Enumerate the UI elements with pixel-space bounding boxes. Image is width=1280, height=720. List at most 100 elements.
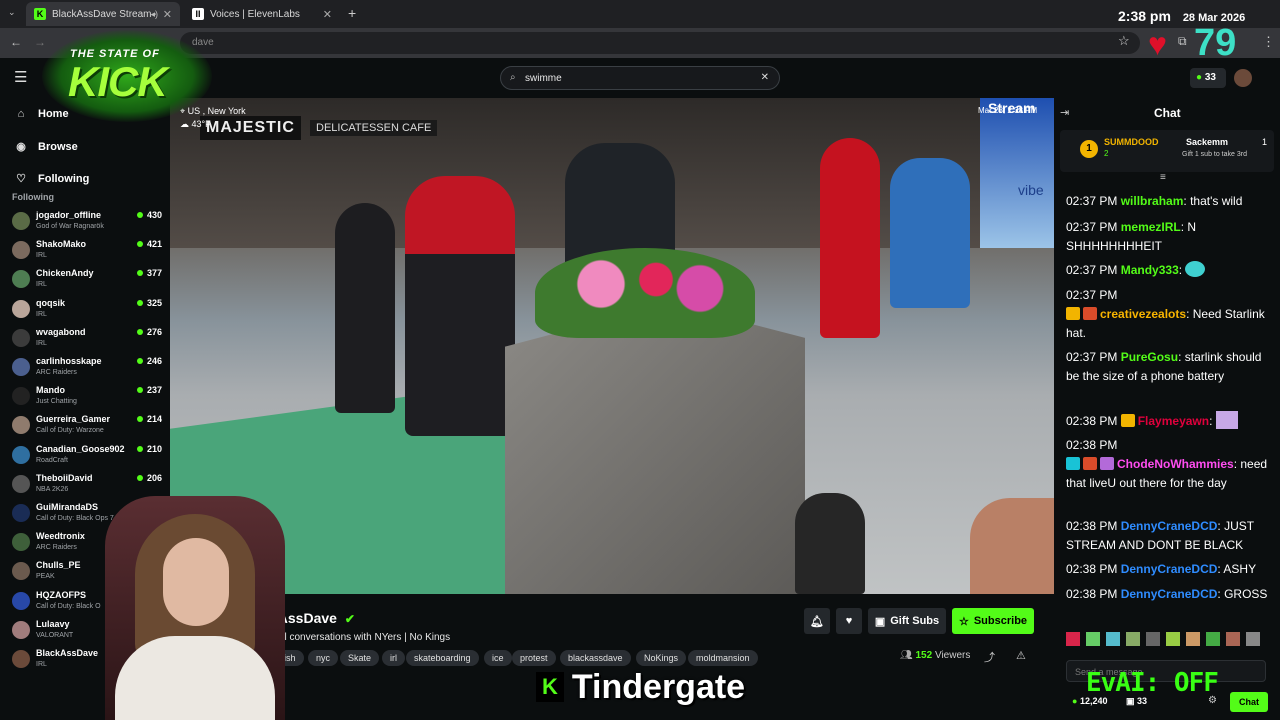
message-user[interactable]: DennyCraneDCD <box>1121 562 1218 576</box>
tag[interactable]: Skate <box>340 650 380 666</box>
new-tab-icon[interactable]: + <box>348 5 356 21</box>
nav-following[interactable]: ♡ Following <box>14 172 89 186</box>
channel-viewers: 206 <box>137 473 162 483</box>
message-user[interactable]: DennyCraneDCD <box>1121 519 1218 533</box>
following-channel-item[interactable]: Guerreira_Gamer Call of Duty: Warzone 214 <box>12 412 162 441</box>
tag[interactable]: NoKings <box>636 650 687 666</box>
following-channel-item[interactable]: Mando Just Chatting 237 <box>12 383 162 412</box>
following-channel-item[interactable]: ShakoMako IRL 421 <box>12 237 162 266</box>
message-user[interactable]: Mandy333 <box>1121 263 1179 277</box>
user-avatar[interactable] <box>1234 69 1252 87</box>
message-time: 02:38 PM <box>1066 438 1118 452</box>
channel-viewers: 430 <box>137 210 162 220</box>
message-user[interactable]: Flaymeyawn <box>1138 414 1209 428</box>
back-icon[interactable]: ← <box>10 35 22 49</box>
browser-menu-icon[interactable]: ⋮ <box>1262 34 1275 50</box>
collapse-chat-icon[interactable]: ⇥ <box>1060 106 1069 119</box>
message-user[interactable]: PureGosu <box>1121 350 1178 364</box>
channel-name: wvagabond <box>36 326 86 337</box>
star-icon: ☆ <box>958 615 969 628</box>
channel-avatar <box>12 562 30 581</box>
emote-icon[interactable] <box>1166 632 1180 646</box>
gifter-leaderboard: 1 SUMMDOOD 2 Sackemm 1 Gift 1 sub to tak… <box>1060 130 1274 172</box>
channel-name: BlackAssDave <box>36 648 99 658</box>
channel-name: Lulaavy <box>36 618 70 629</box>
channel-name: Canadian_Goose902 <box>36 443 125 454</box>
emote-icon[interactable] <box>1146 632 1160 646</box>
extensions-icon[interactable]: ⧉ <box>1178 34 1187 49</box>
tag[interactable]: nyc <box>308 650 339 666</box>
billboard-text: vibe <box>1018 182 1044 198</box>
emote-icon[interactable] <box>1066 632 1080 646</box>
report-icon[interactable]: ⚠ <box>1016 649 1026 662</box>
clear-search-icon[interactable]: ✕ <box>761 72 769 83</box>
emote-icon[interactable] <box>1246 632 1260 646</box>
sub-badge-icon <box>1066 457 1080 470</box>
following-channel-item[interactable]: qoqsik IRL 325 <box>12 296 162 325</box>
emote-bar <box>1066 632 1266 650</box>
channel-category: ARC Raiders <box>36 544 77 552</box>
following-channel-item[interactable]: jogador_offline God of War Ragnarök 430 <box>12 208 162 237</box>
following-channel-item[interactable]: ChickenAndy IRL 377 <box>12 266 162 295</box>
search-input[interactable]: ⌕ swimme ✕ <box>500 66 780 90</box>
rank-badge: 1 <box>1080 140 1098 158</box>
channel-avatar <box>12 445 30 464</box>
message-user[interactable]: DennyCraneDCD <box>1121 587 1218 601</box>
tag[interactable]: ice <box>484 650 512 666</box>
channel-viewers: 210 <box>137 444 162 454</box>
bookmark-star-icon[interactable]: ☆ <box>1118 33 1130 49</box>
emote-icon[interactable] <box>1106 632 1120 646</box>
subscribe-button[interactable]: ☆ Subscribe <box>952 608 1034 634</box>
emote-icon[interactable] <box>1086 632 1100 646</box>
channel-name: Weedtronix <box>36 531 85 542</box>
message-user[interactable]: creativezealots <box>1100 307 1186 321</box>
points-icon: ● <box>1196 72 1203 83</box>
emote-icon[interactable] <box>1206 632 1220 646</box>
viewers-icon: 👥︎ <box>900 650 913 661</box>
channel-avatar <box>12 416 30 435</box>
address-bar[interactable]: dave <box>180 32 1140 54</box>
tag[interactable]: protest <box>512 650 556 666</box>
channel-category: Call of Duty: Black O <box>36 602 101 610</box>
viewer-label: Viewers <box>934 650 971 661</box>
emote-icon[interactable] <box>1186 632 1200 646</box>
channel-name: ChickenAndy <box>36 268 94 279</box>
gift-badge-icon <box>1100 457 1114 470</box>
tag[interactable]: irl <box>382 650 405 666</box>
chat-message: 02:38 PM ChodeNoWhammies: need that liveU… <box>1066 438 1268 490</box>
send-chat-button[interactable]: Chat <box>1230 692 1268 712</box>
message-user[interactable]: willbraham <box>1121 194 1184 208</box>
gift-icon: ▣ <box>874 615 886 628</box>
follow-button[interactable]: ♥ <box>836 608 862 634</box>
emote-icon[interactable] <box>1126 632 1140 646</box>
tab-list-dropdown-icon[interactable]: ⌄ <box>8 7 16 18</box>
tag[interactable]: moldmansion <box>688 650 758 666</box>
channel-name: qoqsik <box>36 297 66 308</box>
message-user[interactable]: ChodeNoWhammies <box>1117 457 1234 471</box>
tab-title: Voices | ElevenLabs <box>210 8 300 20</box>
gifter-note: Gift 1 sub to take 3rd <box>1182 151 1247 158</box>
home-icon: ⌂ <box>17 108 25 120</box>
gift-subs-label: Gift Subs <box>890 615 940 627</box>
tag[interactable]: blackassdave <box>560 650 631 666</box>
close-tab-icon[interactable]: ✕ <box>323 8 332 21</box>
nav-browse[interactable]: ◉ Browse <box>14 140 78 154</box>
message-time: 02:37 PM <box>1066 350 1118 364</box>
emote-icon[interactable] <box>1226 632 1240 646</box>
channel-category: IRL <box>36 281 47 289</box>
gift-subs-button[interactable]: ▣ Gift Subs <box>868 608 946 634</box>
share-icon[interactable]: ⤴ <box>984 649 995 665</box>
following-channel-item[interactable]: wvagabond IRL 276 <box>12 325 162 354</box>
points-badge[interactable]: ● 33 <box>1190 68 1226 88</box>
notifications-button[interactable]: 🔔︎ <box>804 608 830 634</box>
channel-avatar <box>12 387 30 406</box>
following-channel-item[interactable]: carlinhosskape ARC Raiders 246 <box>12 354 162 383</box>
message-user[interactable]: memezIRL <box>1121 220 1181 234</box>
close-tab-icon[interactable]: ✕ <box>163 8 172 21</box>
channel-category: IRL <box>36 339 47 347</box>
hamburger-menu-icon[interactable]: ☰ <box>14 68 27 86</box>
tag[interactable]: skateboarding <box>406 650 479 666</box>
expand-leaderboard-icon[interactable]: ≡ <box>1160 172 1166 183</box>
video-player[interactable]: MAJESTIC DELICATESSEN CAFE Stream vibe ⌖… <box>170 98 1054 594</box>
following-channel-item[interactable]: Canadian_Goose902 RoadCraft 210 <box>12 442 162 471</box>
